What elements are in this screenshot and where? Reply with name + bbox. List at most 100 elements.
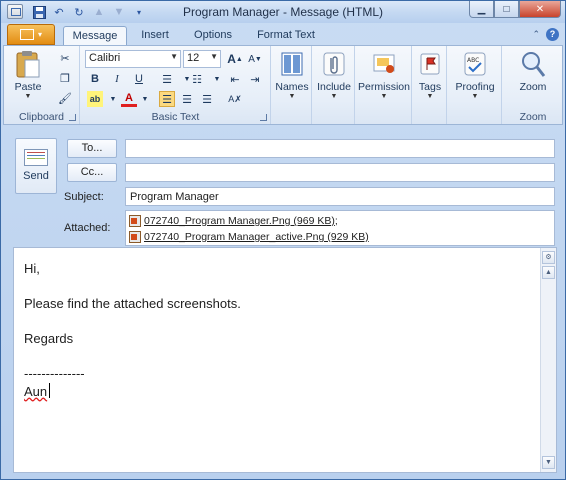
permission-group: Permission ▼ xyxy=(356,46,412,124)
increase-indent-icon[interactable]: ⇥ xyxy=(247,71,263,87)
tags-group: Tags ▼ xyxy=(413,46,447,124)
include-button[interactable]: Include ▼ xyxy=(314,50,354,100)
font-name-combo[interactable]: Calibri ▼ xyxy=(85,50,181,68)
tab-format-text[interactable]: Format Text xyxy=(251,26,321,45)
attachment-separator: ; xyxy=(334,215,338,227)
address-book-icon xyxy=(278,50,306,78)
shrink-font-icon[interactable]: A ▼ xyxy=(247,51,263,67)
font-size-combo[interactable]: 12 ▼ xyxy=(183,50,221,68)
paste-dropdown-icon[interactable]: ▼ xyxy=(10,93,46,100)
text-cursor xyxy=(49,382,51,398)
permission-button[interactable]: Permission ▼ xyxy=(357,50,411,100)
paste-icon xyxy=(14,50,42,78)
names-dropdown-icon[interactable]: ▼ xyxy=(273,93,311,100)
include-dropdown-icon[interactable]: ▼ xyxy=(314,93,354,100)
paste-label: Paste xyxy=(14,81,42,93)
zoom-icon xyxy=(519,50,547,78)
to-field[interactable] xyxy=(125,139,555,158)
numbering-icon[interactable]: ☷ xyxy=(189,71,205,87)
flag-icon xyxy=(416,50,444,78)
cc-button[interactable]: Cc... xyxy=(67,163,117,182)
proofing-label: Proofing xyxy=(455,81,495,93)
font-name-dropdown-icon[interactable]: ▼ xyxy=(170,52,178,61)
font-color-icon[interactable]: A xyxy=(121,91,137,107)
clear-formatting-icon[interactable]: A✗ xyxy=(227,91,243,107)
cut-icon[interactable]: ✂ xyxy=(57,50,73,66)
permission-dropdown-icon[interactable]: ▼ xyxy=(357,93,411,100)
decrease-indent-icon[interactable]: ⇤ xyxy=(227,71,243,87)
scroll-up-icon[interactable]: ▲ xyxy=(542,266,555,279)
window-controls: ▁ □ ✕ xyxy=(469,1,561,18)
title-bar: ↶ ↻ ▲ ▼ ▾ Program Manager - Message (HTM… xyxy=(1,1,565,23)
body-line: Regards xyxy=(24,331,74,346)
body-line-signature: Aun xyxy=(24,382,241,401)
underline-icon[interactable]: U xyxy=(131,71,147,87)
bullets-icon[interactable]: ☰ xyxy=(159,71,175,87)
font-name-value: Calibri xyxy=(89,52,121,64)
format-painter-icon[interactable]: 🖌 xyxy=(57,90,73,106)
paste-button[interactable]: Paste ▼ xyxy=(10,50,46,100)
attachment-item[interactable]: 072740_Program Manager.Png (969 KB) ; xyxy=(129,213,551,229)
font-size-dropdown-icon[interactable]: ▼ xyxy=(210,52,218,61)
permission-icon xyxy=(370,50,398,78)
cc-field[interactable] xyxy=(125,163,555,182)
body-line xyxy=(24,348,241,366)
minimize-ribbon-icon[interactable]: ⌃ xyxy=(532,29,540,40)
scroll-down-icon[interactable]: ▼ xyxy=(542,456,555,469)
proofing-dropdown-icon[interactable]: ▼ xyxy=(449,93,501,100)
clipboard-group: Paste ▼ ✂ ❐ 🖌 Clipboard xyxy=(4,46,80,124)
clipboard-launcher-icon[interactable] xyxy=(69,114,76,121)
tab-message[interactable]: Message xyxy=(63,26,127,45)
tags-dropdown-icon[interactable]: ▼ xyxy=(414,93,446,100)
italic-icon[interactable]: I xyxy=(109,71,125,87)
align-right-icon[interactable]: ☰ xyxy=(199,91,215,107)
numbering-dropdown-icon[interactable]: ▼ xyxy=(209,71,225,87)
help-icon[interactable]: ? xyxy=(546,28,559,41)
file-menu-icon xyxy=(19,29,34,40)
highlight-dropdown-icon[interactable]: ▼ xyxy=(105,91,121,107)
tab-options[interactable]: Options xyxy=(187,26,239,45)
zoom-group: Zoom Zoom xyxy=(503,46,563,124)
subject-field[interactable]: Program Manager xyxy=(125,187,555,206)
ruler-toggle-icon[interactable]: ⚙ xyxy=(542,251,555,264)
attachment-link[interactable]: 072740_Program Manager_active.Png (929 K… xyxy=(144,231,369,243)
zoom-label: Zoom xyxy=(519,81,547,93)
copy-icon[interactable]: ❐ xyxy=(57,70,73,86)
svg-text:ABC: ABC xyxy=(467,57,479,64)
names-button[interactable]: Names ▼ xyxy=(273,50,311,100)
body-line: Please find the attached screenshots. xyxy=(24,296,241,311)
attachment-item[interactable]: 072740_Program Manager_active.Png (929 K… xyxy=(129,229,551,245)
basic-text-launcher-icon[interactable] xyxy=(260,114,267,121)
font-color-dropdown-icon[interactable]: ▼ xyxy=(137,91,153,107)
attachment-link[interactable]: 072740_Program Manager.Png (969 KB) xyxy=(144,215,335,227)
proofing-button[interactable]: ABC Proofing ▼ xyxy=(449,50,501,100)
highlight-icon[interactable]: ab xyxy=(87,91,103,107)
tab-insert[interactable]: Insert xyxy=(133,26,177,45)
attached-label: Attached: xyxy=(64,222,111,234)
proofing-group: ABC Proofing ▼ xyxy=(448,46,502,124)
file-menu-button[interactable]: ▾ xyxy=(7,24,55,45)
align-left-icon[interactable]: ☰ xyxy=(159,91,175,107)
subject-label: Subject: xyxy=(64,191,104,203)
ribbon: Paste ▼ ✂ ❐ 🖌 Clipboard Calibri ▼ 12 ▼ A… xyxy=(3,45,563,125)
close-button[interactable]: ✕ xyxy=(519,1,561,18)
ribbon-help-area: ⌃ ? xyxy=(532,28,559,41)
to-button[interactable]: To... xyxy=(67,139,117,158)
zoom-group-label: Zoom xyxy=(519,111,547,123)
tags-button[interactable]: Tags ▼ xyxy=(414,50,446,100)
zoom-button[interactable]: Zoom xyxy=(507,50,559,93)
bold-icon[interactable]: B xyxy=(87,71,103,87)
message-body[interactable]: Hi, Please find the attached screenshots… xyxy=(13,247,557,473)
body-line: Hi, xyxy=(24,261,40,276)
vertical-scrollbar[interactable]: ⚙ ▲ ▼ xyxy=(540,248,556,472)
send-button[interactable]: Send xyxy=(15,138,57,194)
include-label: Include xyxy=(317,81,351,93)
message-body-text[interactable]: Hi, Please find the attached screenshots… xyxy=(24,260,241,400)
signature-name: Aun xyxy=(24,383,48,399)
grow-font-icon[interactable]: A ▲ xyxy=(227,51,243,67)
tags-label: Tags xyxy=(418,81,442,93)
outlook-message-window: ↶ ↻ ▲ ▼ ▾ Program Manager - Message (HTM… xyxy=(0,0,566,480)
align-center-icon[interactable]: ☰ xyxy=(179,91,195,107)
maximize-button[interactable]: □ xyxy=(494,1,519,18)
minimize-button[interactable]: ▁ xyxy=(469,1,494,18)
